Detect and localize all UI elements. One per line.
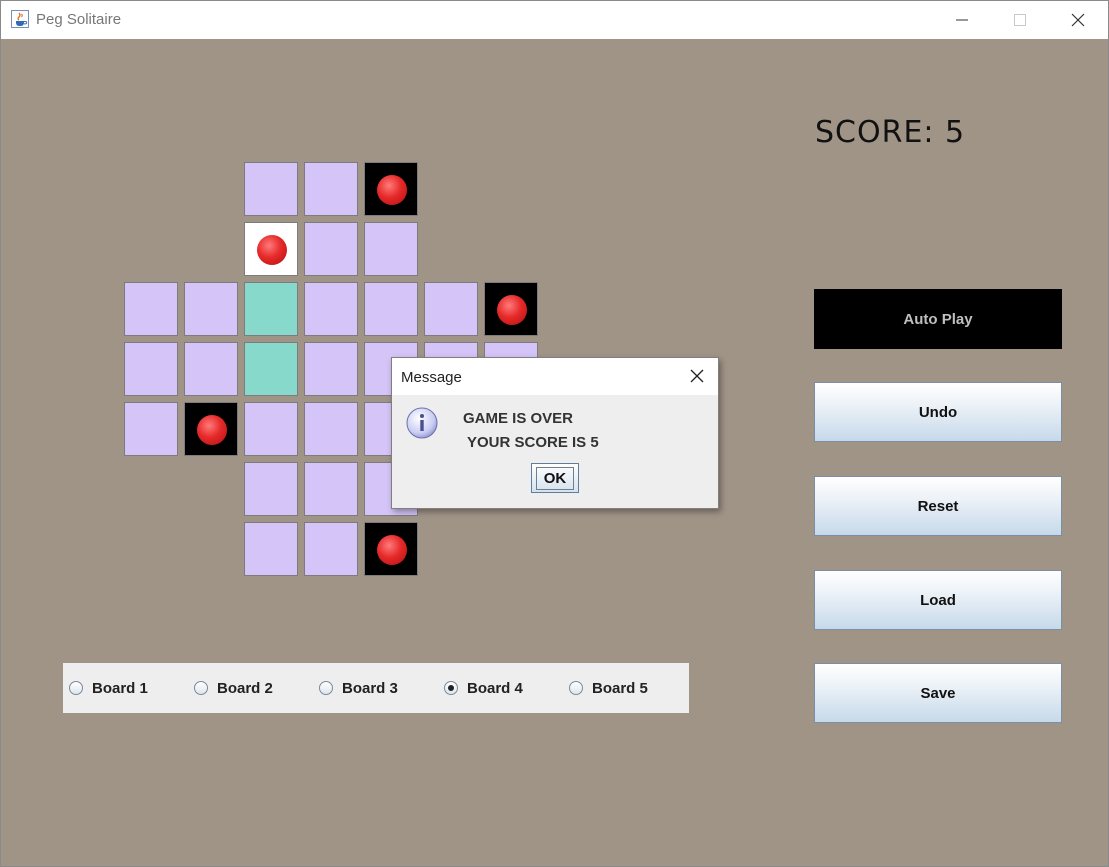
- maximize-icon: [1014, 14, 1026, 26]
- radio-circle[interactable]: [194, 681, 208, 695]
- board-hole[interactable]: [304, 342, 358, 396]
- board-peg-cell[interactable]: [364, 522, 418, 576]
- dialog-close-button[interactable]: [684, 364, 710, 388]
- ok-label: OK: [535, 466, 575, 490]
- board-hole[interactable]: [244, 162, 298, 216]
- dialog-title-bar[interactable]: Message: [392, 358, 718, 395]
- auto-play-button[interactable]: Auto Play: [814, 289, 1062, 349]
- dialog-message-line1: GAME IS OVER: [463, 410, 574, 427]
- radio-circle[interactable]: [569, 681, 583, 695]
- undo-button[interactable]: Undo: [814, 382, 1062, 442]
- board-hole[interactable]: [304, 162, 358, 216]
- board-highlight-hole[interactable]: [244, 342, 298, 396]
- message-dialog: Message GAME IS OVER YOUR SCORE IS 5 OK: [391, 357, 719, 509]
- dialog-message-line2: YOUR SCORE IS 5: [467, 434, 599, 451]
- board-hole[interactable]: [364, 282, 418, 336]
- minimize-icon: [956, 19, 968, 21]
- peg[interactable]: [197, 415, 227, 445]
- score-label: SCORE: 5: [815, 115, 966, 150]
- java-cup-icon: [11, 10, 29, 28]
- status-text: ...: [451, 860, 463, 866]
- board-hole[interactable]: [124, 402, 178, 456]
- board-hole[interactable]: [124, 342, 178, 396]
- radio-board-1[interactable]: Board 1: [69, 663, 148, 713]
- peg[interactable]: [257, 235, 287, 265]
- board-hole[interactable]: [244, 402, 298, 456]
- app-window: Peg Solitaire SCORE: 5 Auto Play Undo Re…: [0, 0, 1109, 867]
- radio-board-4[interactable]: Board 4: [444, 663, 523, 713]
- peg[interactable]: [497, 295, 527, 325]
- title-bar[interactable]: Peg Solitaire: [1, 1, 1108, 39]
- board-hole[interactable]: [304, 222, 358, 276]
- maximize-button[interactable]: [991, 1, 1049, 39]
- board-hole[interactable]: [304, 402, 358, 456]
- board-hole[interactable]: [244, 522, 298, 576]
- peg[interactable]: [377, 175, 407, 205]
- info-icon: [406, 407, 438, 439]
- radio-label: Board 4: [467, 679, 523, 697]
- board-hole[interactable]: [304, 282, 358, 336]
- board-hole[interactable]: [364, 222, 418, 276]
- radio-board-5[interactable]: Board 5: [569, 663, 648, 713]
- minimize-button[interactable]: [933, 1, 991, 39]
- radio-board-3[interactable]: Board 3: [319, 663, 398, 713]
- radio-circle[interactable]: [69, 681, 83, 695]
- radio-label: Board 1: [92, 679, 148, 697]
- radio-board-2[interactable]: Board 2: [194, 663, 273, 713]
- radio-label: Board 3: [342, 679, 398, 697]
- dialog-title: Message: [401, 369, 462, 386]
- board-selected-peg-cell[interactable]: [244, 222, 298, 276]
- load-button[interactable]: Load: [814, 570, 1062, 630]
- save-button[interactable]: Save: [814, 663, 1062, 723]
- board-hole[interactable]: [304, 522, 358, 576]
- board-hole[interactable]: [424, 282, 478, 336]
- close-button[interactable]: [1049, 1, 1107, 39]
- board-hole[interactable]: [304, 462, 358, 516]
- radio-label: Board 5: [592, 679, 648, 697]
- board-highlight-hole[interactable]: [244, 282, 298, 336]
- board-hole[interactable]: [244, 462, 298, 516]
- board-selector: Board 1 Board 2 Board 3 Board 4 Board 5: [63, 663, 689, 713]
- board-peg-cell[interactable]: [484, 282, 538, 336]
- reset-button[interactable]: Reset: [814, 476, 1062, 536]
- board-peg-cell[interactable]: [184, 402, 238, 456]
- radio-circle-selected[interactable]: [444, 681, 458, 695]
- board-hole[interactable]: [184, 342, 238, 396]
- ok-button[interactable]: OK: [531, 463, 579, 493]
- board-peg-cell[interactable]: [364, 162, 418, 216]
- board-hole[interactable]: [184, 282, 238, 336]
- window-title: Peg Solitaire: [36, 11, 122, 28]
- close-icon: [690, 369, 704, 383]
- peg[interactable]: [377, 535, 407, 565]
- board-hole[interactable]: [124, 282, 178, 336]
- close-icon: [1071, 13, 1085, 27]
- radio-circle[interactable]: [319, 681, 333, 695]
- radio-label: Board 2: [217, 679, 273, 697]
